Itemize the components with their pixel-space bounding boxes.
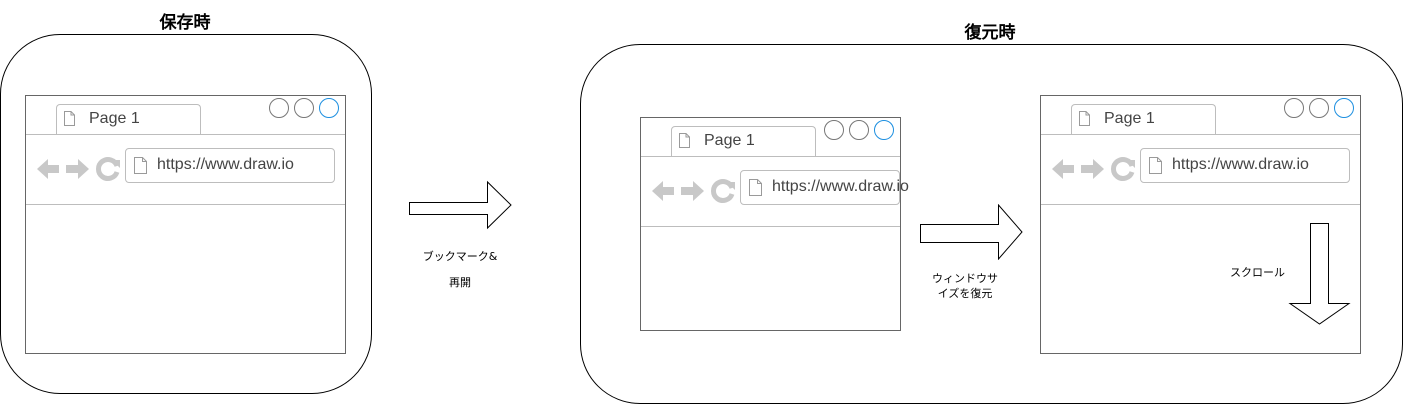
browser-window-save: Page 1 https://www.draw.io	[25, 95, 346, 354]
address-bar[interactable]: https://www.draw.io	[1140, 148, 1350, 183]
save-section-title: 保存時	[159, 13, 211, 33]
resize-label-line1: ウィンドウサ	[932, 272, 998, 285]
restore-window-size-arrow	[920, 204, 1023, 260]
tab-bar-divider	[641, 156, 900, 157]
resize-label-line2: イズを復元	[937, 287, 993, 300]
toolbar-divider	[26, 204, 345, 205]
forward-arrow-icon[interactable]	[66, 159, 89, 179]
window-buttons	[1284, 98, 1358, 120]
forward-arrow-icon[interactable]	[1081, 159, 1104, 179]
url-text: https://www.draw.io	[1172, 156, 1309, 173]
tab-bar-divider	[26, 134, 345, 135]
tab-label: Page 1	[704, 132, 755, 149]
tab-bar-divider	[1041, 134, 1360, 135]
tab-page[interactable]: Page 1	[1071, 104, 1216, 135]
nav-controls	[652, 179, 735, 203]
maximize-button[interactable]	[294, 98, 314, 118]
restore-section-title: 復元時	[964, 23, 1016, 43]
scroll-label: スクロール	[1230, 266, 1285, 279]
forward-arrow-icon[interactable]	[681, 181, 704, 201]
page-icon	[134, 157, 147, 174]
url-text: https://www.draw.io	[157, 156, 294, 173]
reload-icon[interactable]	[96, 157, 120, 181]
back-arrow-icon[interactable]	[1052, 159, 1074, 179]
bookmark-label-line2: 再開	[449, 276, 471, 289]
nav-controls	[37, 157, 120, 181]
tab-page[interactable]: Page 1	[671, 126, 816, 157]
minimize-button[interactable]	[269, 98, 289, 118]
tab-page[interactable]: Page 1	[56, 104, 201, 135]
window-buttons	[269, 98, 343, 120]
nav-controls	[1052, 157, 1135, 181]
window-buttons	[824, 120, 898, 142]
back-arrow-icon[interactable]	[37, 159, 59, 179]
tab-label: Page 1	[1104, 110, 1155, 127]
browser-window-restored-scroll: Page 1 https://www.draw.io スクロール	[1040, 95, 1361, 354]
scroll-down-arrow	[1288, 223, 1351, 325]
restore-window-size-label: ウィンドウサ イズを復元	[910, 271, 1020, 301]
close-button[interactable]	[319, 98, 339, 118]
page-icon	[679, 133, 690, 148]
page-icon	[1079, 111, 1090, 126]
bookmark-reopen-arrow	[409, 180, 512, 230]
minimize-button[interactable]	[824, 120, 844, 140]
browser-window-restored-size: Page 1 https://www.draw.io	[640, 117, 909, 331]
address-bar[interactable]: https://www.draw.io	[740, 170, 909, 205]
toolbar-divider	[1041, 204, 1360, 205]
address-bar[interactable]: https://www.draw.io	[125, 148, 335, 183]
bookmark-reopen-label: ブックマーク& 再開	[405, 244, 515, 296]
minimize-button[interactable]	[1284, 98, 1304, 118]
reload-icon[interactable]	[711, 179, 735, 203]
page-icon	[64, 111, 75, 126]
page-icon	[749, 179, 762, 196]
toolbar-divider	[641, 226, 900, 227]
page-icon	[1149, 157, 1162, 174]
reload-icon[interactable]	[1111, 157, 1135, 181]
tab-label: Page 1	[89, 110, 140, 127]
url-text: https://www.draw.io	[772, 178, 909, 195]
close-button[interactable]	[1334, 98, 1354, 118]
bookmark-label-line1: ブックマーク&	[422, 250, 498, 263]
maximize-button[interactable]	[1309, 98, 1329, 118]
back-arrow-icon[interactable]	[652, 181, 674, 201]
close-button[interactable]	[874, 120, 894, 140]
maximize-button[interactable]	[849, 120, 869, 140]
